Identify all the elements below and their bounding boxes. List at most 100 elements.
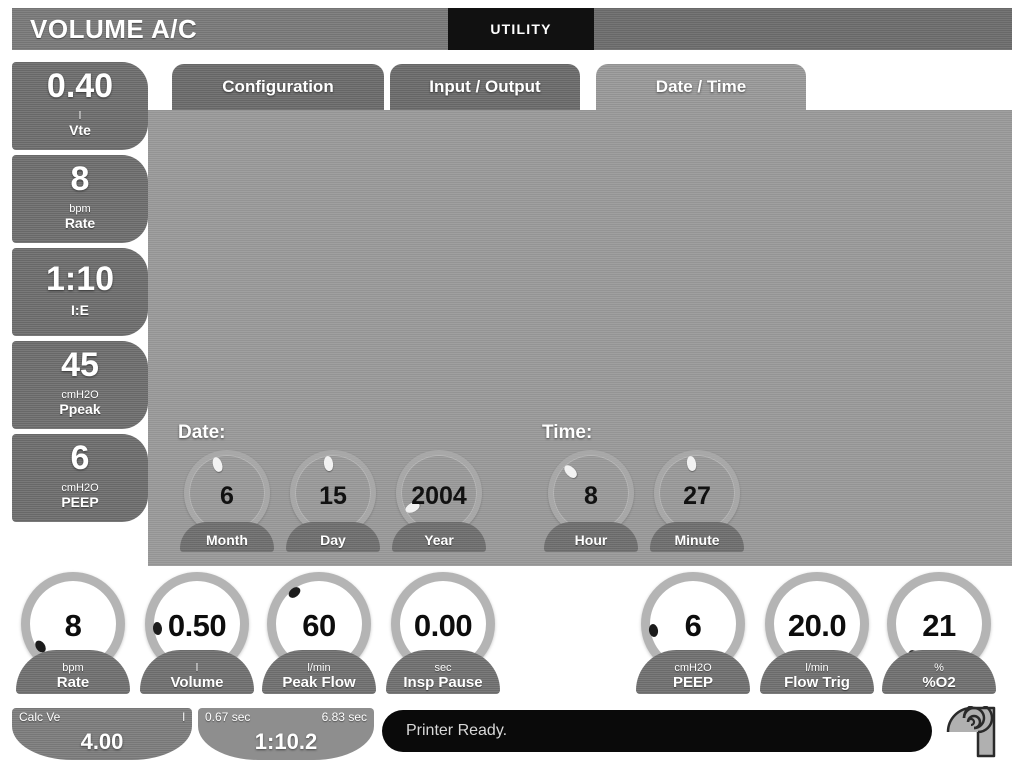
monitor-value: 0.40 [46,67,114,106]
monitor-label: Ppeak [59,401,101,418]
dial-label: Day [320,532,346,548]
dial-month[interactable]: 6 Month [178,450,276,554]
knob-unit: l/min [805,662,829,675]
knob-name: Flow Trig [784,673,850,691]
knob-value: 0.00 [413,608,473,643]
knob-value: 20.0 [787,608,847,643]
knob-peak-flow[interactable]: 60 l/min Peak Flow [260,572,378,694]
tab-configuration[interactable]: Configuration [172,64,384,110]
tab-date-time[interactable]: Date / Time [596,64,806,110]
dial-label-tab: Month [180,522,274,552]
knob-peep[interactable]: 6 cmH2O PEEP [634,572,752,694]
dial-label-tab: Day [286,522,380,552]
ventilator-screen: VOLUME A/C UTILITY 0.40 l Vte 8 bpm Rate… [0,0,1024,768]
knob-unit: sec [434,662,452,675]
knob-name: PEEP [672,673,714,691]
dial-label: Minute [674,532,720,548]
knob-value: 8 [64,608,82,643]
knob-insp-pause[interactable]: 0.00 sec Insp Pause [384,572,502,694]
dial-day[interactable]: 15 Day [284,450,382,554]
calc-ve-value: 4.00 [80,729,124,754]
dial-minute[interactable]: 27 Minute [648,450,746,554]
monitor-value: 8 [70,160,90,199]
calc-ve-header: Calc Ve l [12,710,192,724]
dial-hour[interactable]: 8 Hour [542,450,640,554]
knob-label-tab: cmH2O PEEP [636,650,750,694]
ventilation-mode-bar: VOLUME A/C [12,8,448,50]
monitor-label: Rate [64,215,96,232]
knob-value: 6 [684,608,702,643]
dial-label: Month [206,532,248,548]
dial-value: 27 [683,482,711,510]
knob-value: 0.50 [167,608,227,643]
monitor-tile-vte[interactable]: 0.40 l Vte [12,62,148,150]
dial-label-tab: Year [392,522,486,552]
knob-label-tab: % %O2 [882,650,996,694]
monitor-tile-ie[interactable]: 1:10 I:E [12,248,148,336]
monitor-tile-peep[interactable]: 6 cmH2O PEEP [12,434,148,522]
date-time-panel: Date: Time: 6 Month 15 Day 2004 Year 8 H… [148,110,1012,566]
monitor-label: PEEP [61,494,99,511]
monitor-value: 1:10 [45,259,115,298]
knob-unit: bpm [62,662,84,675]
utility-section-label: UTILITY [490,21,552,37]
dial-value: 8 [584,482,598,510]
knob-name: Peak Flow [282,673,356,691]
knob-label-tab: bpm Rate [16,650,130,694]
knob-flow-trig[interactable]: 20.0 l/min Flow Trig [758,572,876,694]
tab-label: Input / Output [429,77,541,96]
monitor-value: 6 [70,439,90,478]
monitor-label: I:E [71,301,89,318]
ie-times-header: 0.67 sec 6.83 sec [198,710,374,724]
tab-label: Date / Time [655,77,747,96]
dial-label: Year [424,532,454,548]
time-group-caption: Time: [542,422,593,443]
knob-label-tab: l/min Flow Trig [760,650,874,694]
dial-label-tab: Minute [650,522,744,552]
knob-name: Rate [56,673,90,691]
knob-name: Volume [170,673,224,691]
knob-o2-percent[interactable]: 21 % %O2 [880,572,998,694]
knob-unit: % [934,662,944,675]
knob-label-tab: l/min Peak Flow [262,650,376,694]
knob-name: Insp Pause [403,673,483,691]
dial-value: 15 [319,482,347,510]
knob-unit: l/min [307,662,331,675]
date-group-caption: Date: [178,422,226,443]
knob-unit: l [195,662,199,675]
ie-ratio-value: 1:10.2 [254,729,318,754]
page-title: VOLUME A/C [30,13,198,44]
printer-status-text: Printer Ready. [406,722,508,739]
monitor-tile-rate[interactable]: 8 bpm Rate [12,155,148,243]
dial-label: Hour [574,532,608,548]
dial-value: 2004 [411,482,467,510]
knob-unit: cmH2O [674,662,712,675]
knob-rate[interactable]: 8 bpm Rate [14,572,132,694]
monitor-value: 45 [61,346,99,385]
knob-volume[interactable]: 0.50 l Volume [138,572,256,694]
tab-label: Configuration [222,77,334,96]
calc-ve-unit: l [182,710,185,724]
knob-label-tab: sec Insp Pause [386,650,500,694]
ie-ratio-panel: 0.67 sec 6.83 sec 1:10.2 [198,708,374,760]
knob-value: 21 [922,608,956,643]
spiral-shell-logo-icon [944,702,1008,758]
header-filler [594,8,1012,50]
monitor-label: Vte [69,122,91,139]
knob-name: %O2 [922,673,956,691]
dial-year[interactable]: 2004 Year [390,450,488,554]
tab-strip: Configuration Input / Output Date / Time [160,64,1012,110]
monitor-tile-ppeak[interactable]: 45 cmH2O Ppeak [12,341,148,429]
exp-time-value: 6.83 sec [321,710,367,724]
utility-section-tab[interactable]: UTILITY [448,8,594,50]
insp-time-value: 0.67 sec [205,710,251,724]
knob-label-tab: l Volume [140,650,254,694]
monitor-sidebar: 0.40 l Vte 8 bpm Rate 1:10 I:E 45 cmH2O … [12,62,148,527]
dial-value: 6 [220,482,234,510]
status-message-bar[interactable]: Printer Ready. [382,710,932,752]
top-header-bar: VOLUME A/C UTILITY [12,8,1012,50]
knob-value: 60 [302,608,336,643]
tab-input-output[interactable]: Input / Output [390,64,580,110]
dial-label-tab: Hour [544,522,638,552]
calc-ve-panel: Calc Ve l 4.00 [12,708,192,760]
